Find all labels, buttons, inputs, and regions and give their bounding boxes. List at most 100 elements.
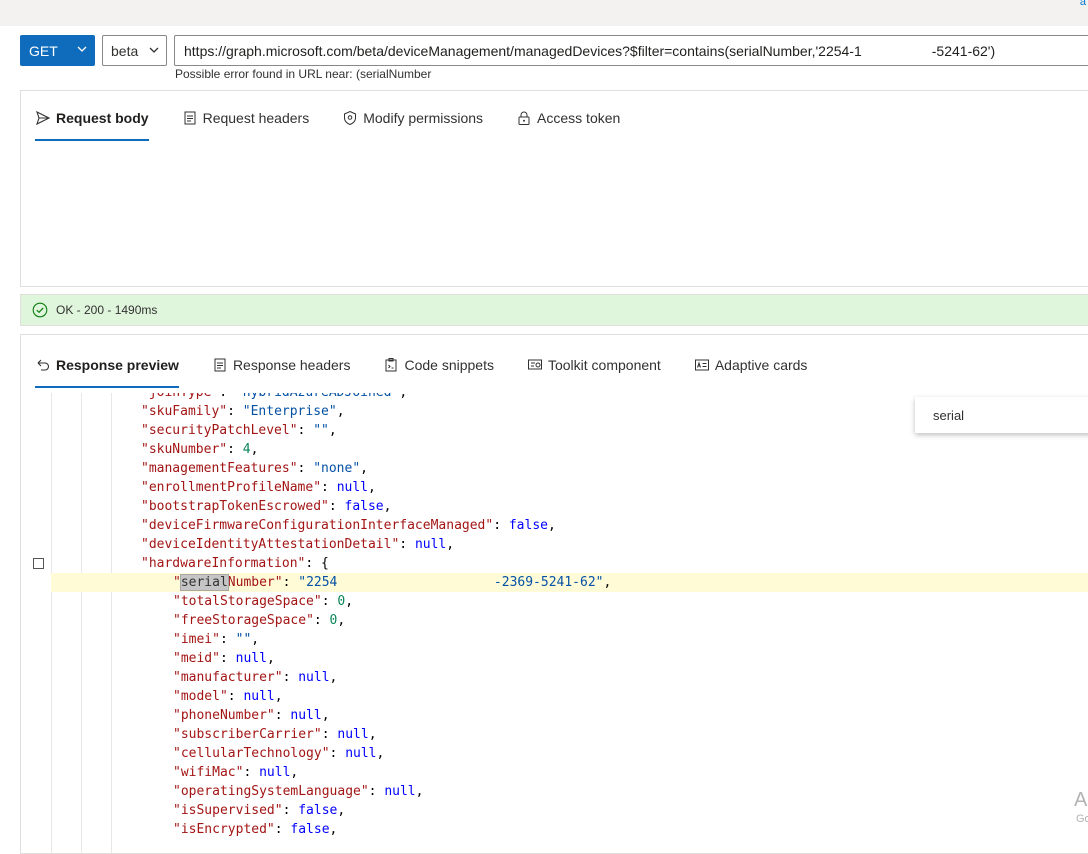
json-value: false [508,518,548,533]
json-key: bootstrapTokenEscrowed [148,499,322,514]
tab-label: Request body [56,110,149,126]
json-value: null [235,651,267,666]
json-value: { [321,556,329,571]
tab-access-token[interactable]: Access token [516,103,620,133]
json-key: model [180,689,220,704]
code-line: "wifiMac": null, [173,765,299,780]
fold-toggle[interactable] [33,558,44,569]
toolkit-icon [527,359,542,370]
request-url-text: https://graph.microsoft.com/beta/deviceM… [184,42,996,59]
find-input[interactable] [933,405,1088,425]
shield-icon [344,110,357,126]
tab-label: Response preview [56,357,179,373]
code-line: "serialNumber": "2254 -2369-5241-62", [51,573,1088,592]
tab-label: Response headers [232,357,351,373]
json-key: skuNumber [148,442,220,457]
chevron-down-icon [149,47,159,53]
json-value: null [259,765,291,780]
json-value: "hybridAzureADJoined" [235,393,399,400]
card-icon [694,359,709,371]
tab-label: Modify permissions [363,110,484,126]
json-key: joinType [149,393,212,400]
document-icon [184,111,196,125]
code-line: "freeStorageSpace": 0, [173,613,346,628]
tab-label: Adaptive cards [714,357,808,373]
json-value: null [290,708,322,723]
code-line: "isEncrypted": false, [173,822,338,837]
tab-code-snippets[interactable]: Code snippets [383,350,494,380]
json-key: freeStorageSpace [180,613,307,628]
code-line: "meid": null, [173,651,275,666]
json-key: wifiMac [180,765,236,780]
code-line: "model": null, [173,689,283,704]
response-tabs: Response preview Response headers Code s… [35,350,840,388]
json-key: skuFamily [148,404,220,419]
code-line: "operatingSystemLanguage": null, [173,784,424,799]
json-key: securityPatchLevel [148,423,290,438]
tab-response-headers[interactable]: Response headers [212,350,351,380]
code-line: "bootstrapTokenEscrowed": false, [141,499,392,514]
tab-modify-permissions[interactable]: Modify permissions [342,103,483,133]
version-dropdown[interactable]: beta [102,35,167,66]
code-line: "phoneNumber": null, [173,708,330,723]
code-line: "isSupervised": false, [173,803,346,818]
activate-windows-watermark-sub: Go [1076,813,1088,825]
lock-icon [518,111,530,125]
json-value: false [344,499,384,514]
json-value: null [243,689,275,704]
tab-request-headers[interactable]: Request headers [182,103,309,133]
json-key: imei [180,632,213,647]
send-icon [36,110,51,126]
tab-label: Code snippets [404,357,494,373]
json-key: manufacturer [180,670,275,685]
json-key: meid [180,651,213,666]
status-bar: OK - 200 - 1490ms [20,294,1088,326]
code-line: "subscriberCarrier": null, [173,727,377,742]
code-line: "manufacturer": null, [173,670,338,685]
code-line: "hardwareInformation": { [141,556,329,571]
tab-response-preview[interactable]: Response preview [35,350,179,388]
code-line: "imei": "", [173,632,260,647]
chevron-down-icon [77,46,87,52]
version-label: beta [111,42,139,59]
response-panel: Response preview Response headers Code s… [20,334,1088,854]
document-icon [214,358,226,372]
search-match: serial [179,574,229,591]
json-value: null [336,480,368,495]
json-key: cellularTechnology [180,746,322,761]
tab-label: Toolkit component [547,357,661,373]
json-key: operatingSystemLanguage [180,784,361,799]
http-method-dropdown[interactable]: GET [20,35,95,66]
json-key: deviceFirmwareConfigurationInterfaceMana… [148,518,486,533]
tab-label: Access token [537,110,621,126]
code-line: "managementFeatures": "none", [141,461,368,476]
json-value: false [290,822,330,837]
json-value: false [298,803,338,818]
tab-toolkit-component[interactable]: Toolkit component [527,350,661,380]
activate-windows-watermark: A [1074,789,1088,811]
code-line: "skuNumber": 4, [141,442,259,457]
top-corner-link[interactable]: a [1080,0,1086,8]
request-panel: Request body Request headers Modify perm… [20,90,1088,287]
status-text: OK - 200 - 1490ms [56,303,158,317]
tab-adaptive-cards[interactable]: Adaptive cards [694,350,808,380]
json-key: managementFeatures [148,461,290,476]
json-value: "Enterprise" [242,404,337,419]
json-key: subscriberCarrier [180,727,314,742]
json-value: null [414,537,447,552]
code-line: "deviceFirmwareConfigurationInterfaceMan… [141,518,556,533]
code-line: "totalStorageSpace": 0, [173,594,354,609]
request-url-input[interactable]: https://graph.microsoft.com/beta/deviceM… [174,35,1088,66]
json-value: null [345,746,377,761]
json-value: "" [235,632,252,647]
response-code-editor[interactable]: "joinType": "hybridAzureADJoined","skuFa… [21,393,1088,853]
tab-request-body[interactable]: Request body [35,103,149,141]
json-value: 4 [242,442,251,457]
json-key: hardwareInformation [148,556,298,571]
request-tabs: Request body Request headers Modify perm… [35,103,653,141]
url-error-message: Possible error found in URL near: (seria… [175,67,432,81]
json-value: "none" [313,461,361,476]
json-value: "" [313,423,329,438]
top-strip: a [0,0,1088,26]
http-method-label: GET [29,42,58,59]
